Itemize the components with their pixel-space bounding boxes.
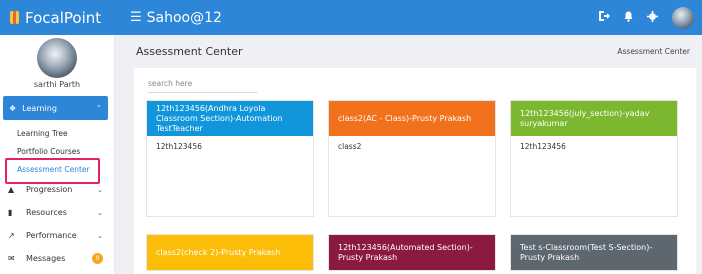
chevron-up-icon: ⌃ — [96, 104, 102, 112]
brand-logo-icon — [10, 11, 19, 24]
sidebar: sarthi Parth ❖ Learning ⌃ Learning Tree … — [0, 35, 115, 274]
profile-name: sarthi Parth — [33, 80, 81, 89]
sidebar-item-messages[interactable]: ✉ Messages 0 — [0, 247, 114, 270]
classroom-card[interactable]: class2(check 2)-Prusty Prakash — [146, 234, 314, 271]
card-header[interactable]: class2(check 2)-Prusty Prakash — [147, 235, 313, 270]
graduation-cap-icon: ▲ — [8, 185, 15, 194]
card-body: 12th123456 — [520, 142, 566, 151]
topbar-actions — [598, 6, 702, 29]
classroom-card[interactable]: 12th123456(july_section)-yadav suryakuma… — [510, 100, 678, 217]
sidebar-subitem-assessment-center[interactable]: Assessment Center — [0, 158, 114, 184]
avatar[interactable] — [37, 38, 77, 78]
classroom-card[interactable]: class2(AC - Class)-Prusty Prakash class2 — [328, 100, 496, 217]
breadcrumb: Assessment Center — [617, 46, 690, 56]
sidebar-item-label: Learning — [22, 103, 57, 113]
bell-icon[interactable] — [624, 11, 633, 25]
card-header[interactable]: 12th123456(july_section)-yadav suryakuma… — [511, 101, 677, 136]
classroom-card[interactable]: Test s-Classroom(Test S-Section)-Prusty … — [510, 234, 678, 271]
sidebar-item-performance[interactable]: ↗ Performance ⌄ — [0, 224, 114, 247]
card-header[interactable]: Test s-Classroom(Test S-Section)-Prusty … — [511, 235, 677, 270]
sidebar-item-label: Performance — [26, 231, 77, 240]
card-body: 12th123456 — [156, 142, 202, 151]
sidebar-item-learning[interactable]: ❖ Learning ⌃ — [3, 96, 108, 120]
chevron-down-icon: ⌄ — [97, 208, 103, 217]
card-header[interactable]: 12th123456(Automated Section)-Prusty Pra… — [329, 235, 495, 270]
sidebar-item-label: Progression — [26, 185, 73, 194]
sidebar-subitem-learning-tree[interactable]: Learning Tree — [0, 124, 114, 142]
mail-icon: ✉ — [8, 254, 15, 263]
page-header: Assessment Center Assessment Center — [116, 35, 702, 67]
brand[interactable]: FocalPoint — [0, 9, 115, 27]
card-header[interactable]: 12th123456(Andhra Loyola Classroom Secti… — [147, 101, 313, 136]
brand-name: FocalPoint — [25, 8, 102, 27]
page-title: Assessment Center — [136, 44, 243, 58]
book-icon: ▮ — [8, 208, 13, 217]
classroom-card[interactable]: 12th123456(Andhra Loyola Classroom Secti… — [146, 100, 314, 217]
messages-count-badge: 0 — [92, 253, 103, 264]
card-body: class2 — [338, 142, 362, 151]
hamburger-menu-icon[interactable]: ☰ — [130, 10, 142, 25]
search-input[interactable] — [148, 75, 258, 93]
card-header[interactable]: class2(AC - Class)-Prusty Prakash — [329, 101, 495, 136]
trend-icon: ↗ — [8, 231, 15, 240]
profile: sarthi Parth — [0, 35, 114, 90]
chevron-down-icon: ⌄ — [97, 185, 103, 194]
sidebar-item-label: Resources — [26, 208, 67, 217]
user-avatar[interactable] — [672, 6, 694, 29]
main-content: Assessment Center Assessment Center 12th… — [116, 35, 702, 274]
sidebar-item-label: Messages — [26, 254, 66, 263]
logout-icon[interactable] — [598, 10, 610, 25]
sidebar-item-resources[interactable]: ▮ Resources ⌄ — [0, 201, 114, 224]
gear-icon[interactable] — [647, 10, 658, 25]
classroom-panel: 12th123456(Andhra Loyola Classroom Secti… — [134, 68, 696, 274]
chevron-down-icon: ⌄ — [97, 231, 103, 240]
learning-icon: ❖ — [9, 103, 17, 113]
classroom-card[interactable]: 12th123456(Automated Section)-Prusty Pra… — [328, 234, 496, 271]
top-navbar: FocalPoint ☰ Sahoo@12 — [0, 0, 702, 35]
user-title: Sahoo@12 — [146, 9, 222, 26]
